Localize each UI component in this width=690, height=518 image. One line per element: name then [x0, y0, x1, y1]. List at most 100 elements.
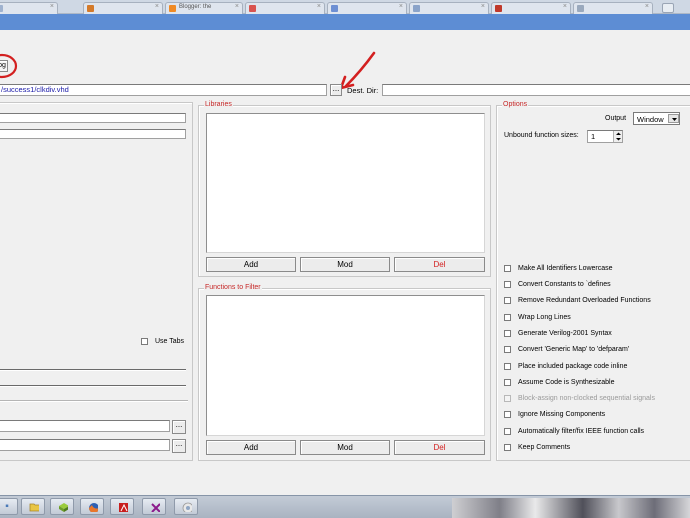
tab-close-icon[interactable]: × [155, 3, 159, 10]
functions-title: Functions to Filter [204, 284, 262, 292]
options-title: Options [502, 101, 529, 109]
browser-tab[interactable]: × [573, 2, 653, 14]
new-tab-button[interactable] [662, 3, 674, 13]
option-label-synthesizable: Assume Code is Synthesizable [518, 379, 615, 386]
option-label-defines: Convert Constants to `defines [518, 281, 611, 288]
taskbar-xilinx-button[interactable] [142, 498, 166, 515]
libraries-list[interactable] [206, 113, 485, 253]
tab-close-icon[interactable]: × [317, 3, 321, 10]
option-label-overloaded: Remove Redundant Overloaded Functions [518, 297, 651, 304]
tab-favicon-icon [0, 5, 3, 12]
browser-tab[interactable]: × [491, 2, 571, 14]
browse-button-2[interactable]: ... [172, 439, 186, 453]
xilinx-icon [151, 503, 160, 512]
left-path-field-1[interactable] [0, 420, 170, 432]
option-label-comments: Keep Comments [518, 444, 571, 451]
taskbar-cube-button[interactable] [50, 498, 74, 515]
option-label-verilog2001: Generate Verilog-2001 Syntax [518, 330, 612, 337]
tab-favicon-icon [577, 5, 584, 12]
option-checkbox-overloaded[interactable] [504, 297, 511, 304]
spinner-arrows-icon [616, 132, 621, 141]
pdf-icon [119, 503, 128, 512]
libraries-del-button[interactable]: Del [394, 257, 485, 272]
functions-del-button[interactable]: Del [394, 440, 485, 455]
option-checkbox-ieee[interactable] [504, 428, 511, 435]
option-checkbox-synthesizable[interactable] [504, 379, 511, 386]
desktop-wallpaper-strip [452, 498, 690, 518]
browser-tab[interactable]: × [245, 2, 325, 14]
folder-icon [29, 503, 39, 512]
firefox-icon [89, 503, 98, 512]
tab-close-icon[interactable]: × [645, 3, 649, 10]
libraries-add-button[interactable]: Add [206, 257, 296, 272]
use-tabs-label: Use Tabs [155, 338, 185, 345]
functions-mod-button[interactable]: Mod [300, 440, 390, 455]
dropdown-button[interactable] [668, 114, 679, 123]
browser-toolbar-bar [0, 14, 690, 30]
option-label-lowercase: Make All Identifiers Lowercase [518, 265, 613, 272]
tab-favicon-icon [495, 5, 502, 12]
taskbar-pdf-button[interactable] [110, 498, 134, 515]
red-circle-annotation [0, 53, 18, 79]
browser-tab[interactable]: Blogger: the × [165, 2, 243, 14]
dest-dir-label: Dest. Dir: [347, 86, 379, 95]
functions-list[interactable] [206, 295, 485, 436]
unbound-spinner[interactable]: 1 [587, 130, 623, 143]
taskbar-chrome-button[interactable] [174, 498, 198, 515]
dest-dir-field[interactable] [382, 84, 690, 96]
tab-favicon-icon [249, 5, 256, 12]
tab-favicon-icon [331, 5, 338, 12]
source-file-field[interactable]: /success1/clkdiv.vhd [0, 84, 327, 96]
tab-favicon-icon [169, 5, 176, 12]
left-field-1[interactable] [0, 113, 186, 123]
browser-tab-strip: × × Blogger: the × × × × × × [0, 0, 690, 14]
tab-close-icon[interactable]: × [50, 3, 54, 10]
divider-line [0, 385, 186, 387]
option-label-missing-components: Ignore Missing Components [518, 411, 606, 418]
option-checkbox-defines[interactable] [504, 281, 511, 288]
browser-tab[interactable]: × [409, 2, 489, 14]
browse-button-1[interactable]: ... [172, 420, 186, 434]
browser-tab[interactable]: × [327, 2, 407, 14]
taskbar-folder-button[interactable] [21, 498, 45, 515]
taskbar-app-icon[interactable]: ▪ [0, 498, 18, 515]
unbound-value: 1 [591, 132, 596, 141]
chrome-icon [182, 502, 192, 512]
taskbar-firefox-button[interactable] [80, 498, 104, 515]
tab-close-icon[interactable]: × [399, 3, 403, 10]
tab-title: Blogger: the [179, 4, 212, 10]
option-checkbox-comments[interactable] [504, 444, 511, 451]
unbound-label: Unbound function sizes: [504, 132, 579, 139]
output-select[interactable]: Window [633, 112, 680, 125]
option-checkbox-missing-components[interactable] [504, 411, 511, 418]
functions-add-button[interactable]: Add [206, 440, 296, 455]
option-checkbox-defparam[interactable] [504, 346, 511, 353]
browse-source-button[interactable]: ... [330, 84, 342, 96]
option-checkbox-verilog2001[interactable] [504, 330, 511, 337]
option-label-defparam: Convert 'Generic Map' to 'defparam' [518, 346, 630, 353]
option-label-wrap: Wrap Long Lines [518, 314, 571, 321]
option-checkbox-block-assign [504, 395, 511, 402]
browser-tab[interactable]: × [83, 2, 163, 14]
tab-close-icon[interactable]: × [481, 3, 485, 10]
tab-favicon-icon [413, 5, 420, 12]
divider-line [0, 369, 186, 371]
spinner-arrows[interactable] [613, 131, 622, 142]
output-label: Output [605, 115, 627, 122]
use-tabs-checkbox[interactable] [141, 338, 148, 345]
output-select-value: Window [637, 115, 664, 124]
option-checkbox-wrap[interactable] [504, 314, 511, 321]
browser-tab[interactable]: × [0, 2, 58, 14]
libraries-mod-button[interactable]: Mod [300, 257, 390, 272]
chevron-down-icon [672, 118, 677, 121]
tab-favicon-icon [87, 5, 94, 12]
left-panel [0, 102, 193, 461]
option-checkbox-inline[interactable] [504, 363, 511, 370]
cube-icon [59, 503, 68, 512]
left-field-2[interactable] [0, 129, 186, 139]
tab-close-icon[interactable]: × [563, 3, 567, 10]
tab-close-icon[interactable]: × [235, 3, 239, 10]
option-checkbox-lowercase[interactable] [504, 265, 511, 272]
option-label-block-assign: Block-assign non-clocked sequential sign… [518, 395, 655, 402]
left-path-field-2[interactable] [0, 439, 170, 451]
